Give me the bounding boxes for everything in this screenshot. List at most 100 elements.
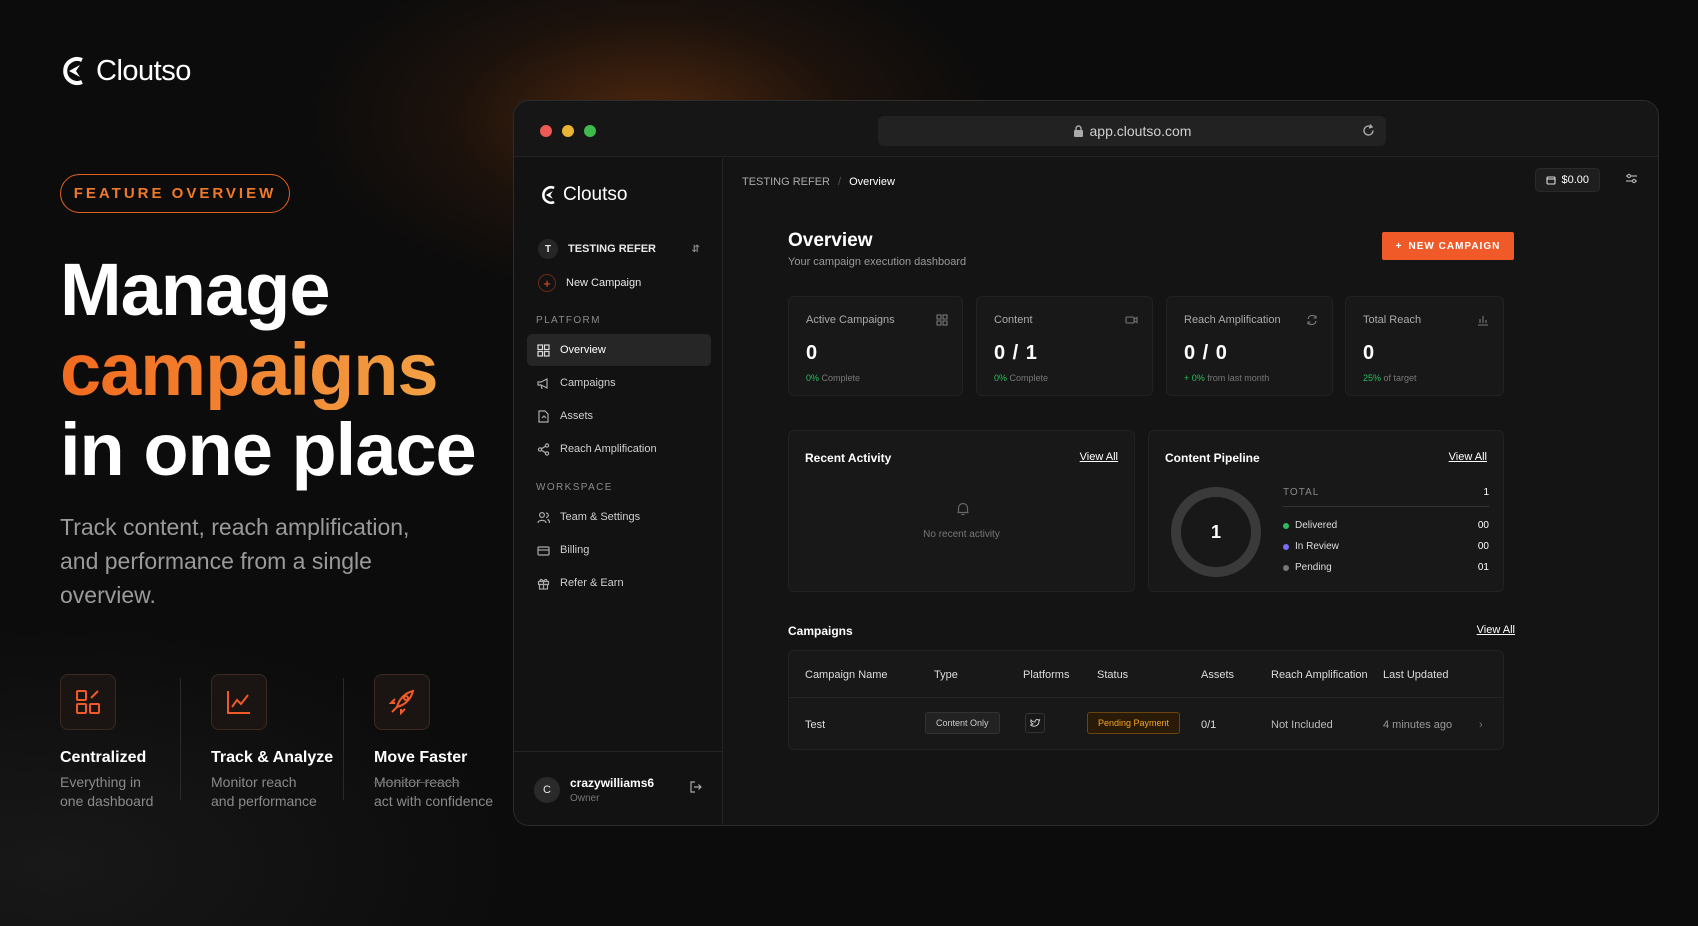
stat-value: 0 (806, 342, 819, 364)
feature-centralized: Centralized Everything in one dashboard (60, 674, 210, 811)
page-subtitle: Your campaign execution dashboard (788, 256, 967, 268)
workspace-avatar: T (538, 239, 558, 259)
column-header: Last Updated (1383, 669, 1449, 681)
stat-label: Content (994, 314, 1033, 326)
column-header: Assets (1201, 669, 1235, 681)
pipeline-row-delivered: Delivered 00 (1283, 520, 1489, 531)
feature-overview-pill: FEATURE OVERVIEW (60, 174, 290, 213)
sidebar-item-reach-amplification[interactable]: Reach Amplification (527, 433, 711, 465)
browser-titlebar: app.cloutso.com (514, 101, 1658, 157)
sidebar-logo[interactable]: Cloutso (540, 184, 627, 206)
grid-icon (537, 343, 550, 357)
feature-desc: Monitor reach act with confidence (374, 774, 494, 809)
users-icon (537, 511, 550, 523)
type-badge: Content Only (925, 712, 1000, 734)
column-header: Type (934, 669, 958, 681)
gift-icon (537, 578, 550, 590)
user-role: Owner (570, 792, 600, 804)
stat-foot: 0% Complete (994, 373, 1049, 383)
sidebar-item-campaigns[interactable]: Campaigns (527, 367, 711, 399)
content-pipeline-view-all-link[interactable]: View All (1449, 451, 1487, 463)
campaigns-table: Campaign Name Type Platforms Status Asse… (788, 650, 1504, 750)
breadcrumb-current: Overview (849, 176, 895, 188)
sidebar-new-campaign[interactable]: + New Campaign (538, 274, 641, 292)
status-badge: Pending Payment (1087, 712, 1181, 734)
minimize-window-button[interactable] (562, 125, 574, 137)
breadcrumb-workspace[interactable]: TESTING REFER (742, 176, 830, 188)
bar-chart-icon (1478, 316, 1488, 326)
column-header: Reach Amplification (1271, 669, 1368, 681)
recent-activity-panel: Recent Activity View All No recent activ… (788, 430, 1135, 592)
hero-line-1: Manage (60, 248, 331, 331)
panel-title: Recent Activity (805, 451, 892, 465)
brand-logo: Cloutso (60, 54, 191, 88)
column-header: Campaign Name (805, 669, 888, 681)
cloutso-logo-icon (63, 57, 83, 85)
last-updated: 4 minutes ago (1383, 719, 1453, 731)
section-label-platform: PLATFORM (536, 315, 601, 326)
stat-card-reach-amplification: Reach Amplification 0 / 0 + 0% from last… (1166, 296, 1333, 396)
logout-icon[interactable] (689, 780, 703, 794)
sidebar-item-refer-earn[interactable]: Refer & Earn (527, 567, 711, 599)
reach-amplification-value: Not Included (1271, 719, 1333, 731)
hero-line-2: campaigns (60, 328, 439, 411)
hero-subtitle: Track content, reach amplification, and … (60, 514, 410, 608)
video-icon (1125, 316, 1138, 324)
status-dot (1283, 564, 1289, 571)
user-name: crazywilliams6 (570, 775, 655, 790)
sidebar: Cloutso T TESTING REFER ⇵ + New Campaign… (514, 158, 723, 825)
wallet-icon (1546, 176, 1557, 185)
stat-value: 0 (1363, 342, 1376, 364)
maximize-window-button[interactable] (584, 125, 596, 137)
close-window-button[interactable] (540, 125, 552, 137)
workspace-switcher[interactable]: T TESTING REFER ⇵ (538, 238, 700, 260)
stat-foot: 25% of target (1363, 373, 1417, 383)
pipeline-row-pending: Pending 01 (1283, 562, 1489, 573)
settings-sliders-icon[interactable] (1625, 172, 1638, 185)
column-header: Status (1097, 669, 1129, 681)
wallet-balance[interactable]: $0.00 (1535, 168, 1600, 192)
bell-icon (957, 502, 969, 516)
lock-icon (1073, 124, 1083, 137)
file-icon (538, 409, 549, 423)
status-dot (1283, 543, 1289, 550)
feature-title: Centralized (60, 749, 147, 766)
page-title: Overview (788, 230, 873, 251)
browser-window: app.cloutso.com Cloutso T TESTING REFER … (513, 100, 1659, 826)
sidebar-item-assets[interactable]: Assets (527, 400, 711, 432)
sidebar-item-overview[interactable]: Overview (527, 334, 711, 366)
stat-foot: 0% Complete (806, 373, 861, 383)
plus-icon: + (538, 274, 556, 292)
chevron-up-down-icon: ⇵ (691, 243, 700, 255)
feature-title: Move Faster (374, 749, 468, 766)
feature-desc: Everything in one dashboard (60, 774, 154, 809)
breadcrumb-separator: / (838, 176, 842, 188)
sidebar-item-billing[interactable]: Billing (527, 534, 711, 566)
brand-name: Cloutso (96, 54, 191, 87)
plus-icon: + (1395, 240, 1403, 252)
feature-track-analyze: Track & Analyze Monitor reach and perform… (211, 674, 361, 811)
recent-activity-view-all-link[interactable]: View All (1080, 451, 1118, 463)
empty-state-text: No recent activity (923, 529, 1000, 540)
stat-foot: + 0% from last month (1184, 373, 1270, 383)
card-icon (537, 545, 550, 556)
avatar: C (534, 776, 560, 803)
twitter-icon (1025, 713, 1045, 733)
workspace-name: TESTING REFER (568, 243, 657, 255)
reload-icon[interactable] (1361, 123, 1376, 138)
sidebar-item-team-settings[interactable]: Team & Settings (527, 501, 711, 533)
megaphone-icon (537, 377, 548, 389)
chevron-right-icon[interactable]: › (1479, 719, 1483, 731)
feature-title: Track & Analyze (211, 749, 334, 766)
user-profile[interactable]: C crazywilliams6 Owner (514, 751, 723, 825)
stat-card-active-campaigns: Active Campaigns 0 0% Complete (788, 296, 963, 396)
feature-desc: Monitor reach and performance (211, 774, 317, 809)
address-bar[interactable]: app.cloutso.com (878, 116, 1386, 146)
new-campaign-button[interactable]: + NEW CAMPAIGN (1382, 232, 1514, 260)
campaigns-view-all-link[interactable]: View All (1477, 624, 1515, 636)
hero-line-3: in one place (60, 408, 477, 491)
rocket-icon (374, 674, 430, 730)
stat-value: 0 / 1 (994, 342, 1038, 364)
chart-line-icon (211, 674, 267, 730)
pipeline-donut-chart: 1 (1171, 487, 1261, 577)
